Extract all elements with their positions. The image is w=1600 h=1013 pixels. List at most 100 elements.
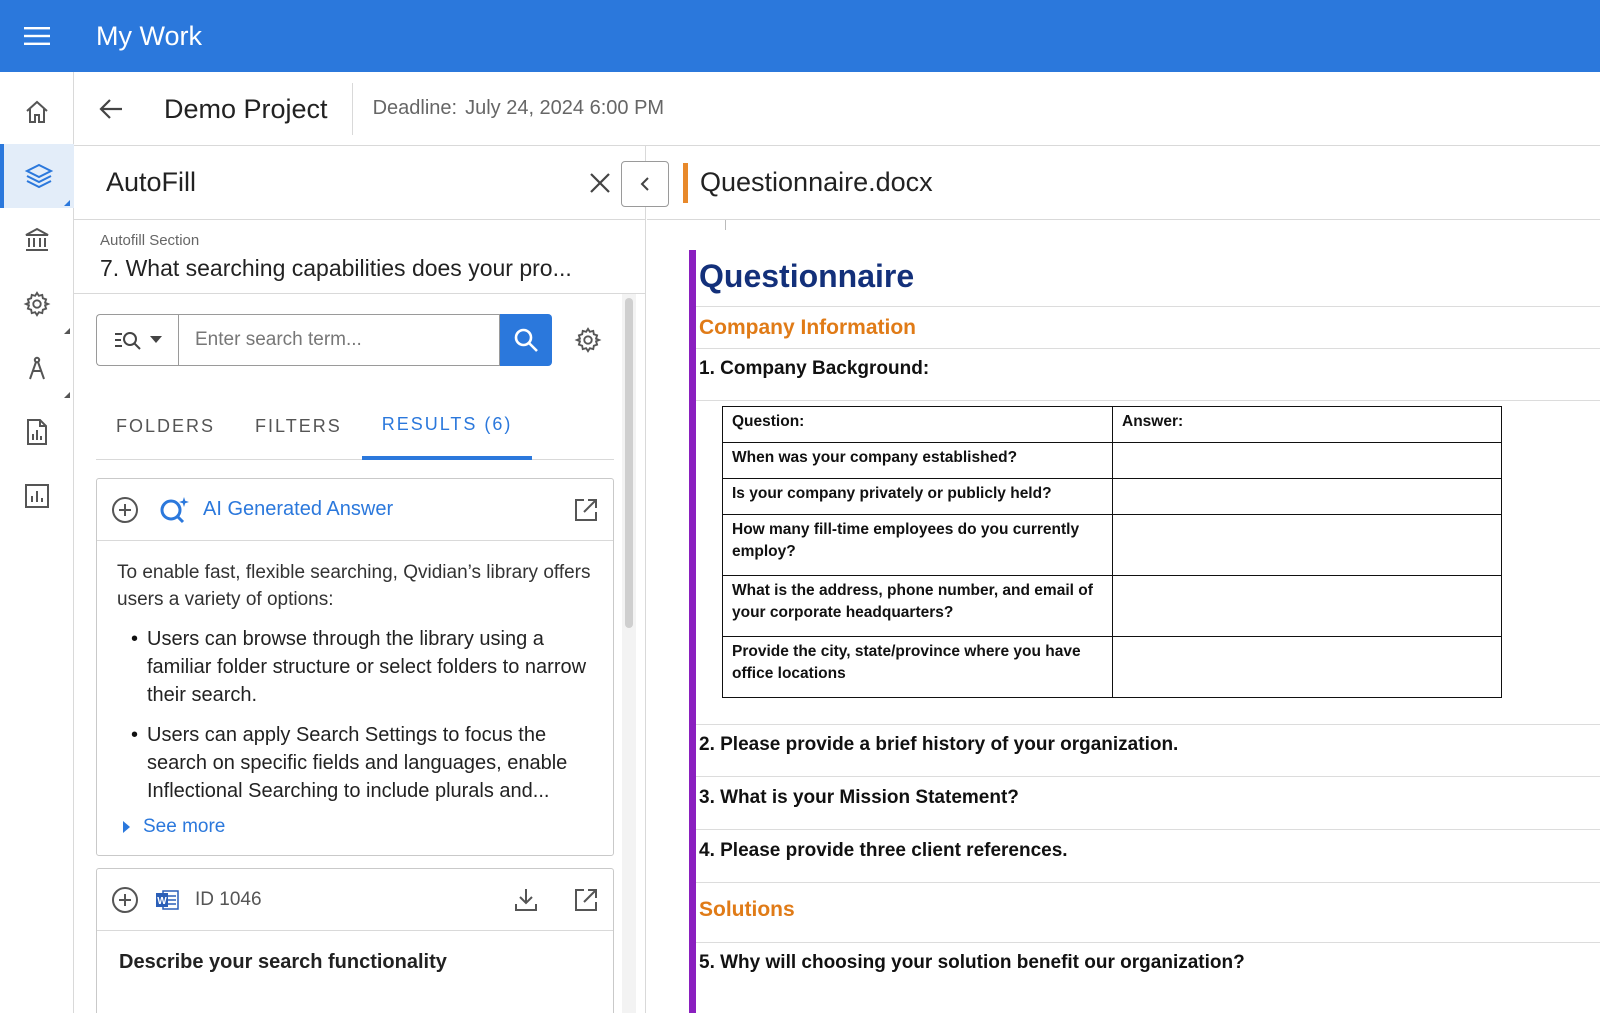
- tab-filters[interactable]: FILTERS: [235, 392, 362, 460]
- autofill-section-label: Autofill Section: [100, 232, 200, 249]
- table-cell-question: Provide the city, state/province where y…: [722, 636, 1113, 698]
- ai-sparkle-search-icon: [159, 495, 191, 525]
- table-row: When was your company established?: [722, 442, 1502, 479]
- word-document-icon: W: [155, 889, 179, 911]
- autofill-header: AutoFill: [74, 146, 645, 220]
- result-card: W ID 1046 Describe your search functiona…: [96, 868, 614, 1013]
- app-title: My Work: [96, 20, 202, 51]
- divider: [696, 348, 1600, 349]
- search-mode-dropdown[interactable]: [96, 314, 178, 366]
- layers-icon[interactable]: [0, 144, 74, 208]
- compass-tool-icon[interactable]: [0, 336, 74, 400]
- section-heading-company: Company Information: [699, 316, 917, 339]
- table-cell-answer[interactable]: [1112, 636, 1502, 698]
- question-5: 5. Why will choosing your solution benef…: [699, 952, 1245, 973]
- home-icon[interactable]: [0, 80, 74, 144]
- ai-answer-bullets: Users can browse through the library usi…: [117, 625, 593, 805]
- deadline-label: Deadline:: [372, 97, 458, 119]
- back-arrow-icon[interactable]: [74, 72, 148, 146]
- divider: [696, 306, 1600, 307]
- search-settings-gear-icon[interactable]: [574, 326, 602, 354]
- document-header: Questionnaire.docx: [647, 146, 1600, 220]
- result-card-header: W ID 1046: [97, 869, 613, 931]
- autofill-panel: AutoFill Autofill Section 7. What search…: [74, 146, 646, 1013]
- divider: [696, 776, 1600, 777]
- table-cell-answer[interactable]: [1112, 575, 1502, 637]
- question-4: 4. Please provide three client reference…: [699, 840, 1068, 861]
- settings-icon[interactable]: [0, 272, 74, 336]
- divider: [696, 942, 1600, 943]
- list-item: Users can apply Search Settings to focus…: [117, 721, 593, 805]
- table-row: Provide the city, state/province where y…: [722, 636, 1502, 698]
- see-more-link[interactable]: See more: [123, 813, 593, 840]
- analytics-chart-icon[interactable]: [0, 464, 74, 528]
- project-title: Demo Project: [148, 82, 353, 135]
- table-cell-answer[interactable]: [1112, 478, 1502, 515]
- section-heading-solutions: Solutions: [699, 898, 795, 921]
- document-file-name: Questionnaire.docx: [700, 167, 933, 197]
- tab-folders[interactable]: FOLDERS: [96, 392, 235, 460]
- table-header-answer: Answer:: [1112, 406, 1502, 443]
- ai-answer-title: AI Generated Answer: [203, 498, 394, 520]
- menu-icon[interactable]: [0, 0, 74, 72]
- ruler-tick: [725, 220, 726, 230]
- add-circle-icon[interactable]: [111, 496, 139, 524]
- scrollbar[interactable]: [622, 294, 636, 1013]
- ai-answer-body: To enable fast, flexible searching, Qvid…: [97, 541, 613, 840]
- table-row: What is the address, phone number, and e…: [722, 575, 1502, 637]
- open-external-icon[interactable]: [573, 887, 599, 913]
- search-row: [96, 314, 602, 366]
- add-circle-icon[interactable]: [111, 886, 139, 914]
- tab-results[interactable]: RESULTS (6): [361, 392, 533, 460]
- divider: [696, 882, 1600, 883]
- divider: [696, 724, 1600, 725]
- search-input[interactable]: [178, 314, 500, 366]
- table-cell-answer[interactable]: [1112, 514, 1502, 576]
- top-bar: My Work: [0, 0, 1600, 72]
- collapse-panel-button[interactable]: [621, 161, 669, 207]
- ai-answer-card: AI Generated Answer To enable fast, flex…: [96, 478, 614, 856]
- list-item: Users can browse through the library usi…: [117, 625, 593, 709]
- close-icon[interactable]: [585, 168, 615, 198]
- autofill-section: Autofill Section 7. What searching capab…: [74, 220, 645, 294]
- table-row: Question: Answer:: [722, 406, 1502, 443]
- see-more-label: See more: [143, 816, 226, 837]
- question-table: Question: Answer: When was your company …: [722, 406, 1502, 698]
- left-nav-rail: [0, 72, 74, 1013]
- divider: [696, 829, 1600, 830]
- ai-answer-card-header: AI Generated Answer: [97, 479, 613, 541]
- caret-right-icon: [123, 820, 130, 833]
- question-3: 3. What is your Mission Statement?: [699, 787, 1019, 808]
- question-2: 2. Please provide a brief history of you…: [699, 734, 1179, 755]
- result-title: Describe your search functionality: [119, 951, 447, 973]
- divider: [696, 400, 1600, 401]
- table-cell-answer[interactable]: [1112, 442, 1502, 479]
- deadline: Deadline: July 24, 2024 6:00 PM: [373, 97, 673, 120]
- document-marker: [683, 162, 688, 203]
- search-mode-icon: [114, 332, 141, 350]
- deadline-value: July 24, 2024 6:00 PM: [465, 97, 665, 119]
- autofill-body: FOLDERS FILTERS RESULTS (6) AI Generated…: [74, 294, 645, 1013]
- svg-text:W: W: [157, 896, 167, 907]
- autofill-section-value: 7. What searching capabilities does your…: [100, 255, 572, 281]
- autofill-title: AutoFill: [106, 167, 197, 197]
- question-1: 1. Company Background:: [699, 358, 930, 379]
- search-button[interactable]: [500, 314, 552, 366]
- result-id: ID 1046: [195, 888, 262, 910]
- document-title: Questionnaire: [699, 258, 915, 294]
- table-cell-question: How many fill-time employees do you curr…: [722, 514, 1113, 576]
- library-icon[interactable]: [0, 208, 74, 272]
- table-cell-question: When was your company established?: [722, 442, 1113, 479]
- ai-answer-intro: To enable fast, flexible searching, Qvid…: [117, 562, 591, 610]
- report-document-icon[interactable]: [0, 400, 74, 464]
- open-external-icon[interactable]: [573, 497, 599, 523]
- document-panel: Questionnaire.docx Questionnaire Company…: [647, 146, 1600, 1013]
- scrollbar-thumb[interactable]: [625, 298, 633, 628]
- document-content: Questionnaire Company Information 1. Com…: [689, 250, 1600, 1013]
- search-icon: [514, 328, 538, 352]
- table-header-question: Question:: [722, 406, 1113, 443]
- table-cell-question: What is the address, phone number, and e…: [722, 575, 1113, 637]
- download-icon[interactable]: [513, 887, 539, 913]
- autofill-tabs: FOLDERS FILTERS RESULTS (6): [96, 392, 614, 460]
- table-cell-question: Is your company privately or publicly he…: [722, 478, 1113, 515]
